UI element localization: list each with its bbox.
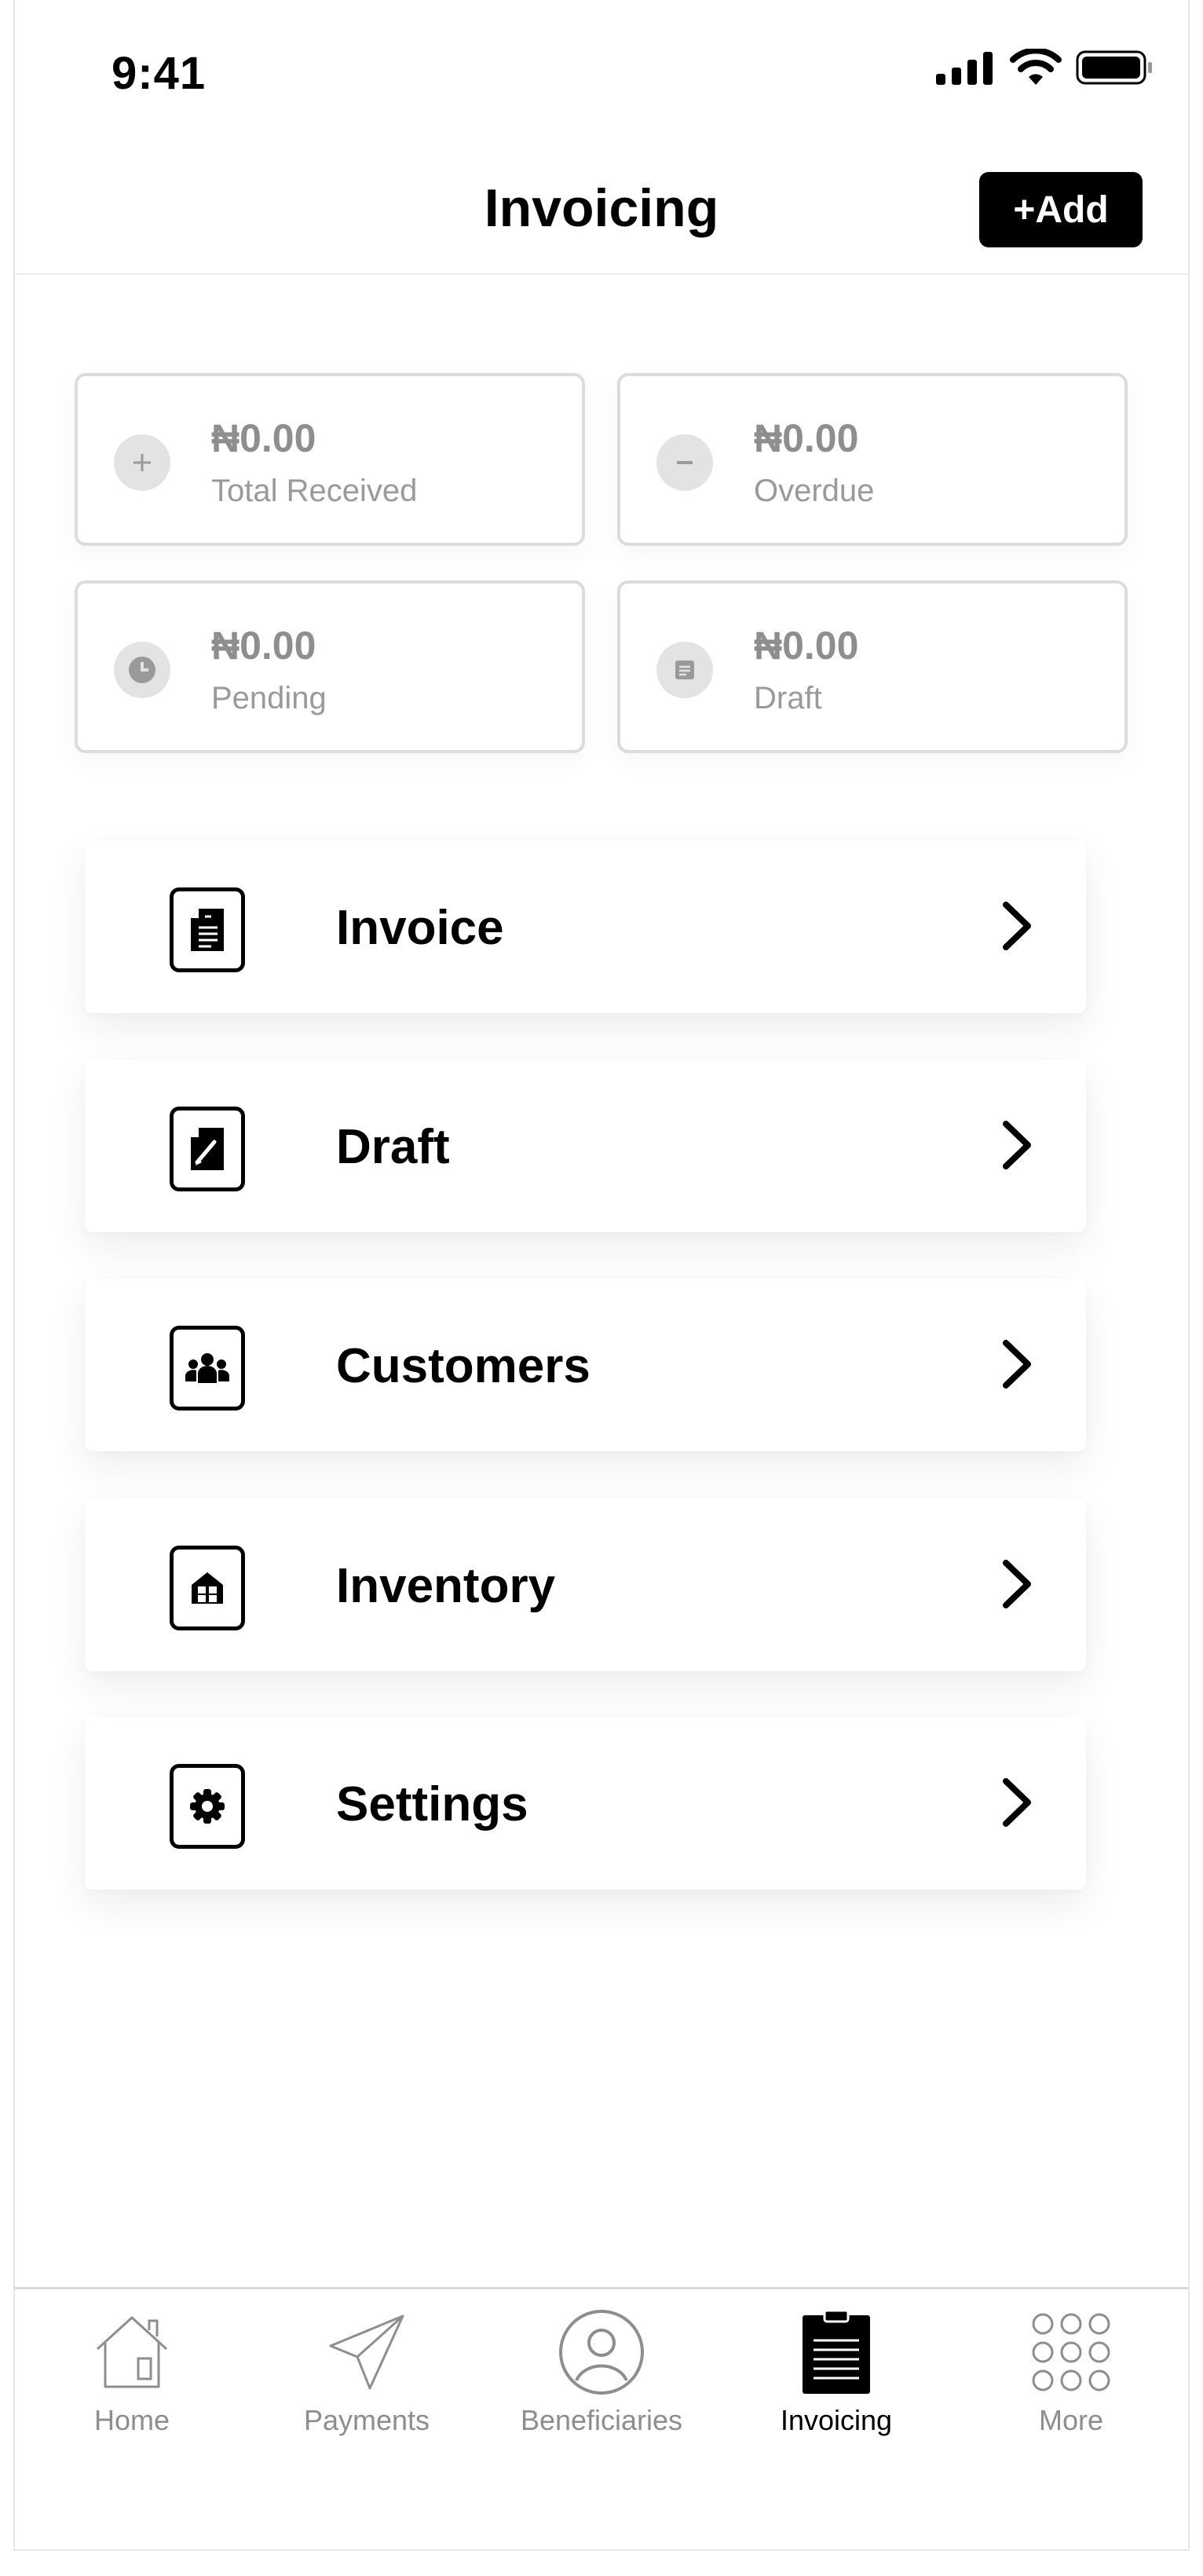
tab-label: Home <box>93 2404 170 2436</box>
grid-dots-icon <box>969 2305 1173 2399</box>
summary-amount: ₦0.00 <box>754 624 859 668</box>
menu-label: Draft <box>336 1120 450 1174</box>
tab-label: Invoicing <box>780 2404 893 2436</box>
home-icon <box>30 2305 234 2399</box>
paper-plane-icon <box>265 2305 469 2399</box>
menu-item-customers[interactable]: Customers <box>85 1279 1086 1451</box>
summary-amount: ₦0.00 <box>211 416 316 460</box>
tab-invoicing[interactable]: Invoicing <box>734 2305 938 2446</box>
status-time: 9:41 <box>112 48 207 99</box>
summary-label: Total Received <box>211 474 418 508</box>
menu-label: Customers <box>336 1339 591 1393</box>
summary-amount: ₦0.00 <box>754 416 859 460</box>
summary-card-pending[interactable]: ₦0.00 Pending <box>75 580 585 753</box>
menu-label: Invoice <box>336 901 504 955</box>
signal-icon <box>936 52 993 85</box>
tab-home[interactable]: Home <box>30 2305 234 2446</box>
bottom-tab-bar: Home Payments Beneficiaries Invoicing Mo… <box>15 2287 1188 2452</box>
menu-item-invoice[interactable]: Invoice <box>85 840 1086 1013</box>
status-icons <box>936 49 1154 86</box>
draft-icon <box>170 1107 245 1191</box>
summary-card-overdue[interactable]: ₦0.00 Overdue <box>617 373 1128 546</box>
summary-amount: ₦0.00 <box>211 624 316 668</box>
user-circle-icon <box>499 2305 704 2399</box>
clipboard-icon <box>734 2305 938 2399</box>
clock-icon <box>114 642 170 698</box>
plus-icon <box>114 434 170 491</box>
inventory-icon <box>170 1546 245 1630</box>
summary-card-draft[interactable]: ₦0.00 Draft <box>617 580 1128 753</box>
summary-label: Draft <box>754 681 822 715</box>
customers-icon <box>170 1326 245 1411</box>
menu-label: Inventory <box>336 1559 556 1613</box>
battery-icon <box>1076 50 1152 85</box>
chevron-right-icon <box>1003 902 1031 950</box>
summary-label: Overdue <box>754 474 875 508</box>
tab-label: Beneficiaries <box>520 2404 683 2436</box>
settings-icon <box>170 1764 245 1849</box>
tab-label: Payments <box>303 2404 430 2436</box>
invoice-icon <box>170 887 245 972</box>
chevron-right-icon <box>1003 1121 1031 1169</box>
menu-label: Settings <box>336 1777 528 1831</box>
menu-item-draft[interactable]: Draft <box>85 1059 1086 1232</box>
menu-item-inventory[interactable]: Inventory <box>85 1498 1086 1671</box>
tab-beneficiaries[interactable]: Beneficiaries <box>499 2305 704 2446</box>
tab-more[interactable]: More <box>969 2305 1173 2446</box>
chevron-right-icon <box>1003 1778 1031 1827</box>
tab-payments[interactable]: Payments <box>265 2305 469 2446</box>
chevron-right-icon <box>1003 1560 1031 1608</box>
chevron-right-icon <box>1003 1340 1031 1389</box>
wifi-icon <box>1010 49 1062 85</box>
page-header: Invoicing +Add <box>15 141 1188 275</box>
minus-icon <box>656 434 713 491</box>
summary-label: Pending <box>211 681 327 715</box>
add-button[interactable]: +Add <box>979 172 1143 247</box>
menu-item-settings[interactable]: Settings <box>85 1717 1086 1890</box>
tab-label: More <box>1038 2404 1104 2436</box>
summary-card-total-received[interactable]: ₦0.00 Total Received <box>75 373 585 546</box>
document-icon <box>656 642 713 698</box>
